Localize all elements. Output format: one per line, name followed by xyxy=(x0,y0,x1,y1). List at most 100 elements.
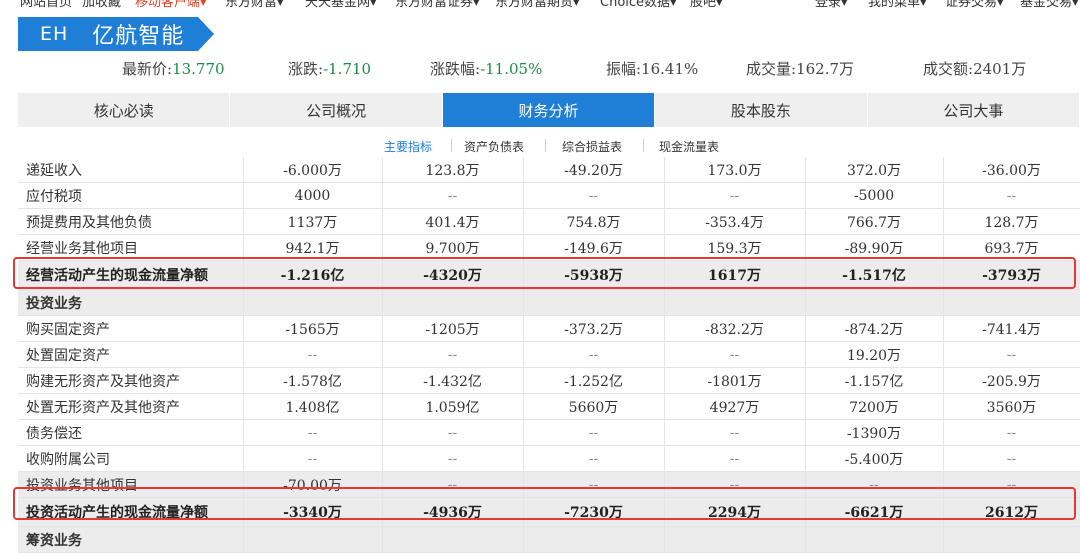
tab-financial-analysis[interactable]: 财务分析 xyxy=(442,93,656,127)
subtab-divider xyxy=(545,139,546,152)
table-cell: -149.6万 xyxy=(523,234,665,261)
nav-home[interactable]: 网站首页 xyxy=(20,0,72,10)
table-cell: -- xyxy=(243,419,383,446)
row-label: 处置无形资产及其他资产 xyxy=(18,393,244,420)
table-row: 购买固定资产 -1565万 -1205万 -373.2万 -832.2万 -874.2万 -… xyxy=(18,315,1080,342)
table-cell: 19.20万 xyxy=(805,341,944,368)
row-label: 处置固定资产 xyxy=(18,341,244,368)
table-cell: -- xyxy=(523,341,665,368)
table-cell: -49.20万 xyxy=(523,157,665,183)
nav-fund-trade[interactable]: 基金交易▾ xyxy=(1020,0,1079,10)
table-cell: -741.4万 xyxy=(943,315,1080,342)
table-cell: 3560万 xyxy=(943,393,1080,420)
table-cell: 7200万 xyxy=(805,393,944,420)
nav-guba[interactable]: 股吧▾ xyxy=(690,0,723,10)
nav-stock-trade[interactable]: 证券交易▾ xyxy=(945,0,1004,10)
nav-eastmoney[interactable]: 东方财富▾ xyxy=(225,0,284,10)
table-cell: -- xyxy=(523,445,665,472)
table-cell: 1137万 xyxy=(243,208,383,235)
table-row: 递延收入 -6.000万 123.8万 -49.20万 173.0万 372.0万 -36.… xyxy=(18,157,1080,183)
table-cell: -- xyxy=(523,182,665,209)
table-cell: -- xyxy=(943,445,1080,472)
nav-mobile[interactable]: 移动客户端▾ xyxy=(135,0,207,10)
table-row: 经营业务其他项目 942.1万 9.700万 -149.6万 159.3万 -89.90万… xyxy=(18,234,1080,261)
row-label: 收购附属公司 xyxy=(18,445,244,472)
tab-company-profile[interactable]: 公司概况 xyxy=(230,93,443,127)
table-cell: -- xyxy=(664,445,806,472)
table-cell: -1.517亿 xyxy=(805,260,944,290)
subtab-income-statement[interactable]: 综合损益表 xyxy=(562,138,622,155)
table-cell: 2612万 xyxy=(943,497,1080,527)
tab-core[interactable]: 核心必读 xyxy=(18,93,231,127)
tab-company-events[interactable]: 公司大事 xyxy=(868,93,1080,127)
row-label: 经营业务其他项目 xyxy=(18,234,244,261)
table-cell: -6621万 xyxy=(805,497,944,527)
tab-shareholders[interactable]: 股本股东 xyxy=(655,93,868,127)
table-cell: -- xyxy=(943,471,1080,498)
table-cell: -89.90万 xyxy=(805,234,944,261)
nav-fund[interactable]: 天天基金网▾ xyxy=(305,0,377,10)
table-cell: -5.400万 xyxy=(805,445,944,472)
table-cell: -1.216亿 xyxy=(243,260,383,290)
quote-volume: 成交量:162.7万 xyxy=(746,60,855,78)
table-cell: -- xyxy=(382,182,524,209)
row-label: 购买固定资产 xyxy=(18,315,244,342)
quote-bar: 最新价:13.770 涨跌:-1.710 涨跌幅:-11.05% 振幅:16.4… xyxy=(0,58,1080,80)
nav-choice[interactable]: Choice数据▾ xyxy=(600,0,677,10)
subtab-cash-flow[interactable]: 现金流量表 xyxy=(659,138,719,155)
row-label: 应付税项 xyxy=(18,182,244,209)
main-tabs: 核心必读 公司概况 财务分析 股本股东 公司大事 xyxy=(18,93,1080,127)
nav-login[interactable]: 登录▾ xyxy=(815,0,848,10)
cash-flow-table: 递延收入 -6.000万 123.8万 -49.20万 173.0万 372.0万 -36.… xyxy=(18,157,1080,553)
table-cell: -- xyxy=(243,445,383,472)
table-row: 投资业务 xyxy=(18,289,1080,316)
table-cell: -1.432亿 xyxy=(382,367,524,394)
nav-favorite[interactable]: 加收藏 xyxy=(82,0,121,10)
table-cell: -1205万 xyxy=(382,315,524,342)
table-cell xyxy=(382,289,524,316)
table-cell: 766.7万 xyxy=(805,208,944,235)
table-cell: -353.4万 xyxy=(664,208,806,235)
table-cell: -1.157亿 xyxy=(805,367,944,394)
subtab-key-indicators[interactable]: 主要指标 xyxy=(384,138,432,155)
table-cell: 4927万 xyxy=(664,393,806,420)
nav-my-menu[interactable]: 我的菜单▾ xyxy=(868,0,927,10)
table-row: 预提费用及其他负债 1137万 401.4万 754.8万 -353.4万 766.7万 1… xyxy=(18,208,1080,235)
table-cell: -- xyxy=(664,182,806,209)
stock-code: EH xyxy=(40,23,69,45)
table-cell: 942.1万 xyxy=(243,234,383,261)
table-cell xyxy=(805,289,944,316)
row-label: 经营活动产生的现金流量净额 xyxy=(18,260,244,290)
nav-securities[interactable]: 东方财富证券▾ xyxy=(395,0,480,10)
table-cell: 2294万 xyxy=(664,497,806,527)
subtab-balance-sheet[interactable]: 资产负债表 xyxy=(464,138,524,155)
table-row: 购建无形资产及其他资产 -1.578亿 -1.432亿 -1.252亿 -1801万 -1… xyxy=(18,367,1080,394)
table-cell: 4000 xyxy=(243,182,383,209)
row-label: 投资业务其他项目 xyxy=(18,471,244,498)
table-cell: -4936万 xyxy=(382,497,524,527)
row-label: 购建无形资产及其他资产 xyxy=(18,367,244,394)
table-cell: -- xyxy=(805,471,944,498)
table-cell: -- xyxy=(664,419,806,446)
row-label: 投资业务 xyxy=(18,289,244,316)
table-cell: -5000 xyxy=(805,182,944,209)
top-nav: 网站首页 加收藏 移动客户端▾ 东方财富▾ 天天基金网▾ 东方财富证券▾ 东方财… xyxy=(0,0,1080,10)
table-cell: -6.000万 xyxy=(243,157,383,183)
table-cell: 1.059亿 xyxy=(382,393,524,420)
table-cell: -4320万 xyxy=(382,260,524,290)
table-cell: -- xyxy=(664,341,806,368)
table-cell: 1.408亿 xyxy=(243,393,383,420)
table-cell: -- xyxy=(943,419,1080,446)
table-row: 处置无形资产及其他资产 1.408亿 1.059亿 5660万 4927万 7200万 35… xyxy=(18,393,1080,420)
table-cell: -- xyxy=(382,341,524,368)
table-cell: 1617万 xyxy=(664,260,806,290)
table-cell: 159.3万 xyxy=(664,234,806,261)
stock-name: 亿航智能 xyxy=(92,24,185,49)
table-cell: -- xyxy=(243,341,383,368)
table-cell: -1390万 xyxy=(805,419,944,446)
table-cell xyxy=(523,289,665,316)
table-cell xyxy=(664,289,806,316)
stock-badge: EH 亿航智能 xyxy=(18,17,215,51)
sub-tabs: 主要指标 资产负债表 综合损益表 现金流量表 xyxy=(0,138,1080,156)
nav-futures[interactable]: 东方财富期货▾ xyxy=(495,0,580,10)
